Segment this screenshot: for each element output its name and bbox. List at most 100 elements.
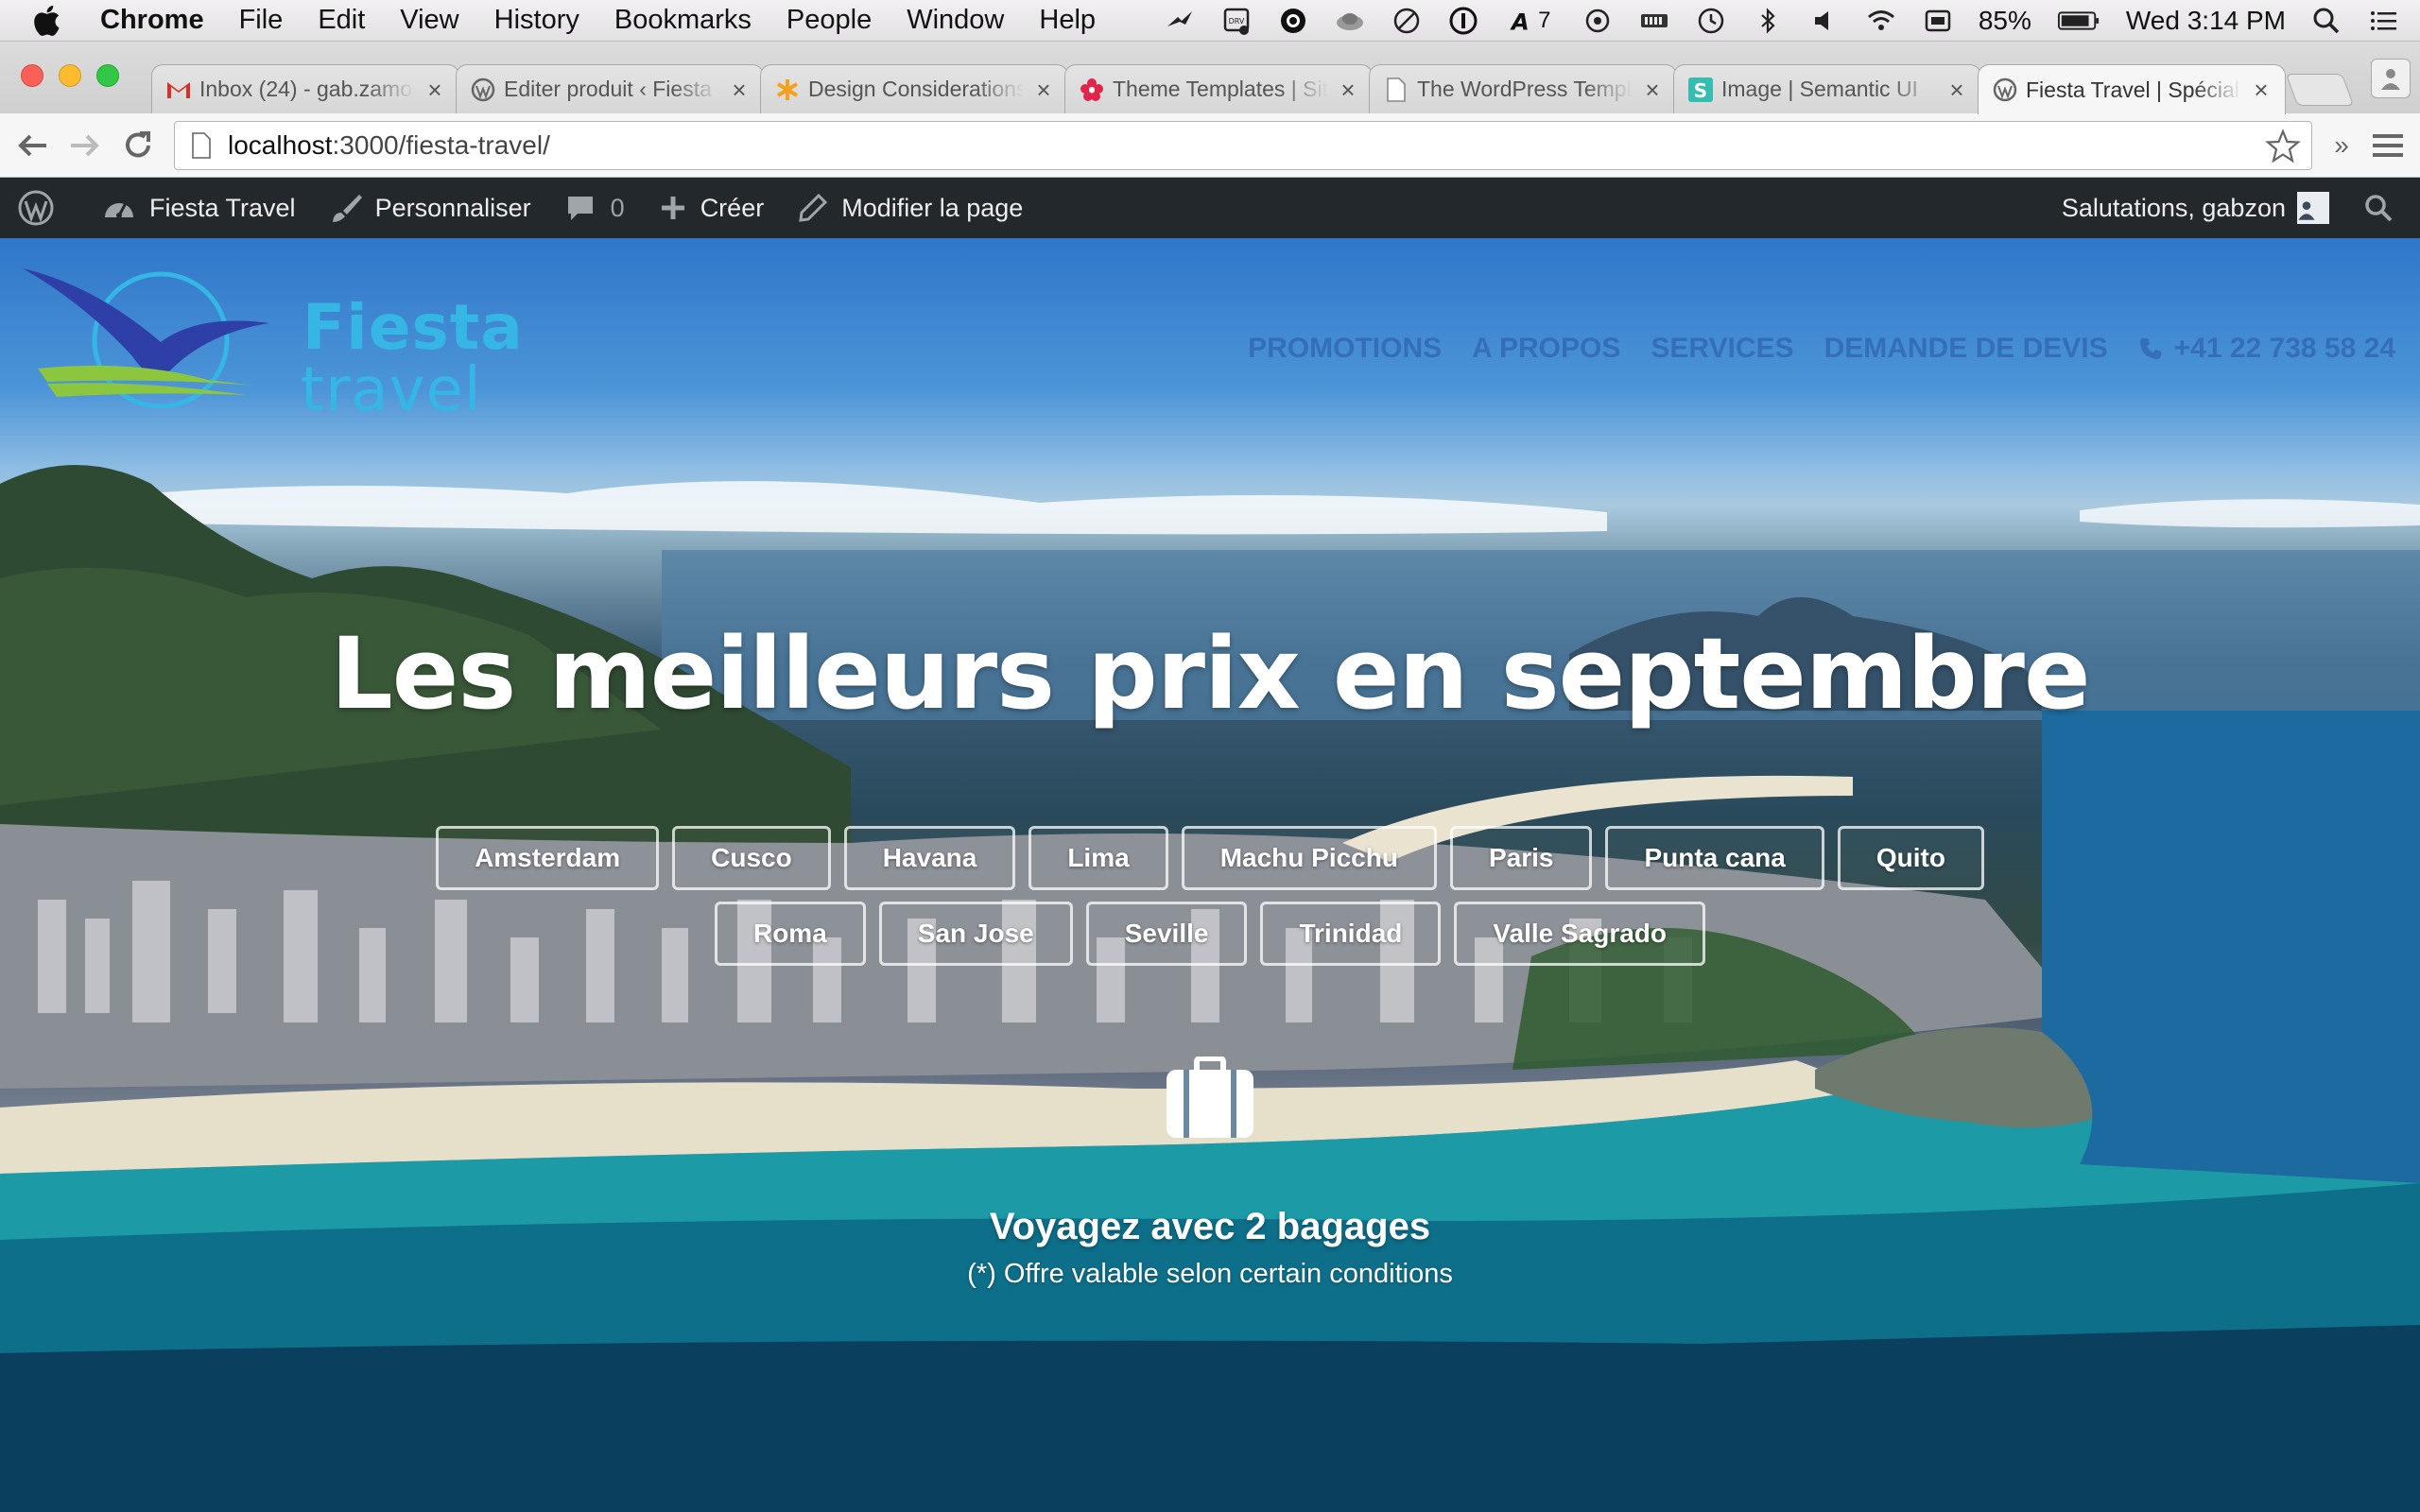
menu-bookmarks[interactable]: Bookmarks	[614, 5, 752, 36]
close-window-button[interactable]	[21, 64, 43, 87]
back-button[interactable]	[13, 127, 51, 164]
tab-gmail[interactable]: Inbox (24) - gab.zamora@ ×	[151, 64, 459, 113]
hat-status-icon[interactable]	[1334, 5, 1366, 37]
tab-label: Fiesta Travel | Spécialiste	[2026, 77, 2241, 102]
menu-file[interactable]: File	[239, 5, 284, 36]
svg-text:A: A	[1510, 8, 1530, 35]
minimize-window-button[interactable]	[59, 64, 81, 87]
reload-button[interactable]	[119, 127, 157, 164]
pencil-icon	[799, 193, 828, 222]
edit-page-link[interactable]: Modifier la page	[781, 178, 1040, 238]
reload-icon	[126, 131, 150, 158]
nav-services[interactable]: SERVICES	[1651, 333, 1793, 365]
memory-status-icon[interactable]	[1638, 5, 1670, 37]
spotlight-icon[interactable]	[2310, 5, 2342, 37]
customize-link[interactable]: Personnaliser	[313, 178, 548, 238]
site-logo[interactable]: Fiesta travel	[19, 257, 523, 425]
plus-icon	[661, 197, 684, 219]
url-text[interactable]: localhost:3000/fiesta-travel/	[228, 130, 550, 161]
close-tab-icon[interactable]: ×	[424, 77, 445, 102]
destination-chip[interactable]: Quito	[1837, 826, 1984, 890]
close-tab-icon[interactable]: ×	[1642, 77, 1663, 102]
destination-chip[interactable]: Havana	[843, 826, 1016, 890]
drive-status-icon[interactable]: DRV	[1220, 5, 1253, 37]
destination-chip[interactable]: Trinidad	[1260, 902, 1442, 966]
destination-chip[interactable]: Cusco	[672, 826, 831, 890]
site-name-menu[interactable]: Fiesta Travel	[85, 178, 313, 238]
wp-logo-menu[interactable]	[0, 178, 85, 238]
record-status-icon[interactable]	[1277, 5, 1309, 37]
destination-chip[interactable]: Machu Picchu	[1181, 826, 1437, 890]
extensions-overflow[interactable]: »	[2327, 127, 2356, 164]
menu-window[interactable]: Window	[907, 5, 1004, 36]
dashboard-icon	[105, 202, 133, 218]
wordpress-icon	[1992, 77, 2018, 103]
admin-search[interactable]	[2346, 178, 2420, 238]
wifi-icon[interactable]	[1865, 5, 1897, 37]
baggage-offer-conditions: (*) Offre valable selon certain conditio…	[967, 1259, 1453, 1289]
volume-icon[interactable]	[1808, 5, 1841, 37]
nav-a-propos[interactable]: A PROPOS	[1472, 333, 1620, 365]
nav-demande-de-devis[interactable]: DEMANDE DE DEVIS	[1824, 333, 2108, 365]
bluetooth-icon[interactable]	[1752, 5, 1784, 37]
chrome-menu-button[interactable]	[2369, 127, 2407, 164]
tab-wordpress-template[interactable]: The WordPress Template ×	[1369, 64, 1677, 113]
tab-theme-templates[interactable]: Theme Templates | SiteOrigin ×	[1064, 64, 1373, 113]
destination-chip[interactable]: Seville	[1085, 902, 1248, 966]
destination-chip[interactable]: Valle Sagrado	[1454, 902, 1706, 966]
notification-center-icon[interactable]	[2367, 5, 2399, 37]
menu-edit[interactable]: Edit	[318, 5, 365, 36]
menu-view[interactable]: View	[400, 5, 458, 36]
menu-people[interactable]: People	[786, 5, 872, 36]
tab-semantic-ui[interactable]: S Image | Semantic UI ×	[1673, 64, 1981, 113]
flower-icon	[1079, 77, 1105, 103]
battery-icon[interactable]	[2056, 5, 2101, 37]
close-tab-icon[interactable]: ×	[729, 77, 750, 102]
tab-edit-product[interactable]: Editer produit ‹ Fiesta Travel ×	[456, 64, 764, 113]
page-icon	[182, 127, 220, 164]
bookmark-star-icon[interactable]	[2264, 128, 2302, 165]
destinations-row-2: Roma San Jose Seville Trinidad Valle Sag…	[0, 902, 2420, 966]
tab-fiesta-travel-active[interactable]: Fiesta Travel | Spécialiste ×	[1978, 64, 2286, 114]
close-tab-icon[interactable]: ×	[2251, 77, 2272, 102]
destination-chip[interactable]: Amsterdam	[436, 826, 660, 890]
keyboard-status-icon[interactable]	[1922, 5, 1954, 37]
comments-link[interactable]: 0	[548, 178, 642, 238]
time-machine-icon[interactable]	[1695, 5, 1727, 37]
font-status-icon[interactable]: A7	[1504, 5, 1557, 37]
wp-admin-bar: Fiesta Travel Personnaliser 0 Créer Modi…	[0, 178, 2420, 238]
new-content-menu[interactable]: Créer	[642, 178, 782, 238]
bird-status-icon[interactable]	[1164, 5, 1196, 37]
forward-button[interactable]	[66, 127, 104, 164]
zoom-window-button[interactable]	[96, 64, 119, 87]
destination-chip[interactable]: Punta cana	[1605, 826, 1824, 890]
blocked-status-icon[interactable]	[1391, 5, 1423, 37]
sync-status-icon[interactable]	[1582, 5, 1614, 37]
address-bar[interactable]: localhost:3000/fiesta-travel/	[174, 121, 2312, 170]
suitcase-icon	[1167, 1057, 1253, 1138]
my-account-menu[interactable]: Salutations, gabzon	[2045, 178, 2346, 238]
menu-app-name[interactable]: Chrome	[100, 5, 204, 36]
destination-chip[interactable]: San Jose	[878, 902, 1073, 966]
close-tab-icon[interactable]: ×	[1033, 77, 1054, 102]
nav-promotions[interactable]: PROMOTIONS	[1248, 333, 1442, 365]
destination-chip[interactable]: Lima	[1028, 826, 1168, 890]
onepassword-status-icon[interactable]	[1447, 5, 1479, 37]
tab-design-considerations[interactable]: Design Considerations ×	[760, 64, 1068, 113]
new-label: Créer	[700, 193, 765, 222]
clock[interactable]: Wed 3:14 PM	[2126, 6, 2286, 36]
profile-button[interactable]	[2371, 59, 2411, 98]
new-tab-button[interactable]	[2285, 74, 2355, 106]
svg-text:S: S	[1694, 79, 1707, 102]
edit-page-label: Modifier la page	[841, 193, 1024, 222]
logo-text-fiesta: Fiesta	[302, 291, 524, 364]
menu-help[interactable]: Help	[1039, 5, 1096, 36]
close-tab-icon[interactable]: ×	[1338, 77, 1358, 102]
nav-phone[interactable]: +41 22 738 58 24	[2138, 333, 2395, 365]
menu-history[interactable]: History	[494, 5, 579, 36]
destination-chip[interactable]: Roma	[714, 902, 866, 966]
destination-chip[interactable]: Paris	[1449, 826, 1593, 890]
baggage-offer-title: Voyagez avec 2 bagages	[989, 1206, 1431, 1247]
close-tab-icon[interactable]: ×	[1946, 77, 1967, 102]
apple-icon[interactable]	[32, 2, 70, 40]
